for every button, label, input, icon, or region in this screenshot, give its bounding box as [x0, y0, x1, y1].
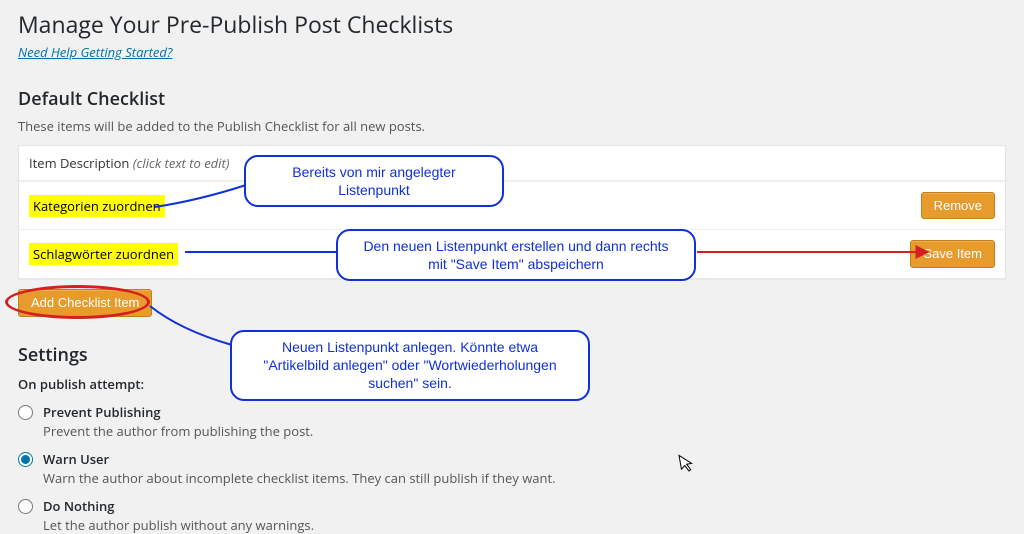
radio-prevent-publishing[interactable]: [18, 405, 33, 420]
remove-button[interactable]: Remove: [921, 192, 995, 220]
page-title: Manage Your Pre-Publish Post Checklists: [18, 10, 1006, 40]
radio-do-nothing[interactable]: [18, 499, 33, 514]
checklist-row: Kategorien zuordnen Remove: [19, 181, 1005, 230]
column-label: Item Description: [29, 154, 129, 172]
default-checklist-heading: Default Checklist: [18, 87, 1006, 111]
add-checklist-item-button[interactable]: Add Checklist Item: [18, 289, 152, 317]
radio-label: Prevent Publishing: [43, 403, 313, 421]
checklist-item-text[interactable]: Schlagwörter zuordnen: [29, 243, 178, 265]
radio-description: Warn the author about incomplete checkli…: [43, 469, 556, 487]
radio-warn-user[interactable]: [18, 452, 33, 467]
help-getting-started-link[interactable]: Need Help Getting Started?: [18, 43, 172, 61]
radio-label: Do Nothing: [43, 497, 314, 515]
column-hint: (click text to edit): [133, 154, 230, 172]
radio-description: Prevent the author from publishing the p…: [43, 422, 313, 440]
checklist-item-text[interactable]: Kategorien zuordnen: [29, 195, 165, 217]
radio-option-nothing[interactable]: Do Nothing Let the author publish withou…: [18, 497, 1006, 534]
radio-label: Warn User: [43, 450, 556, 468]
annotation-existing-item: Bereits von mir angelegter Listenpunkt: [244, 155, 504, 207]
annotation-add-item: Neuen Listenpunkt anlegen. Könnte etwa "…: [230, 330, 590, 401]
radio-description: Let the author publish without any warni…: [43, 516, 314, 534]
radio-option-warn[interactable]: Warn User Warn the author about incomple…: [18, 450, 1006, 487]
radio-option-prevent[interactable]: Prevent Publishing Prevent the author fr…: [18, 403, 1006, 440]
default-checklist-description: These items will be added to the Publish…: [18, 117, 1006, 135]
checklist-header: Item Description (click text to edit): [19, 146, 1005, 181]
annotation-save-item: Den neuen Listenpunkt erstellen und dann…: [336, 229, 696, 281]
save-item-button[interactable]: Save Item: [910, 240, 995, 268]
